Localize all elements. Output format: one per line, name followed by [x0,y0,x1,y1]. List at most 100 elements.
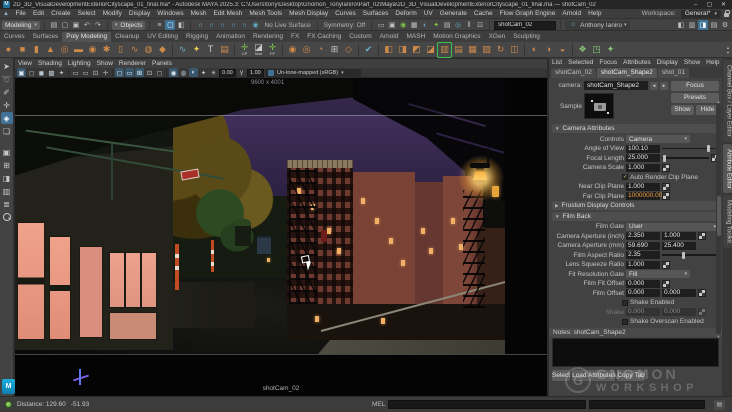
lasso-select-tool[interactable]: ➰ [1,73,13,85]
far-clip-plane-map-button[interactable] [662,192,670,200]
poly-gear-icon[interactable]: ✱ [100,43,113,57]
preferences-gear-icon[interactable]: ⚙ [720,20,730,30]
poly-disc-icon[interactable]: ◉ [86,43,99,57]
shelf-tab-motion-graphics[interactable]: Motion Graphics [429,32,484,42]
film-slate-icon[interactable]: ⊡ [475,20,485,30]
star-primitive-icon[interactable]: ✦ [190,43,203,57]
save-scene-icon[interactable]: ▣ [71,20,81,30]
wireframe-icon[interactable]: ◻ [27,68,36,77]
boolean-union-icon[interactable]: ◐ [528,43,541,57]
auto-render-clip-plane-checkbox[interactable]: ✓ [622,174,628,180]
motion-blur-icon[interactable]: ✦ [199,68,208,77]
menu-flow-graph-engine[interactable]: Flow Graph Engine [496,9,559,19]
xray-icon[interactable]: ◍ [179,68,188,77]
shake-field-2[interactable]: 0.000 [662,308,696,316]
poly-platonic-icon[interactable]: ◆ [156,43,169,57]
film-fit-offset-map-button[interactable] [662,279,670,288]
next-node-button[interactable]: ► [660,81,668,90]
film-aspect-ratio-field[interactable]: 2.35 [626,251,660,259]
shelf-tab-custom[interactable]: Custom [345,32,375,42]
film-gate-dropdown[interactable]: User ▾ [626,222,719,231]
render-settings-icon[interactable]: ▦ [409,20,419,30]
textured-icon[interactable]: ▩ [47,68,56,77]
type-tool-icon[interactable]: ▤ [218,43,231,57]
menu-cache[interactable]: Cache [470,9,496,19]
rotate-tool[interactable]: ◈ [0,112,13,124]
live-surface-label[interactable]: No Live Surface [262,22,312,29]
zoom-tool[interactable] [2,213,11,221]
shake-overscan-enabled-checkbox[interactable] [622,318,628,325]
ae-tab-shotcam-02[interactable]: shotCam_02 [551,68,596,78]
camera-aperture-inch-field-2[interactable]: 1.000 [662,232,696,240]
safe-title-icon[interactable]: ◻ [155,68,164,77]
shelf-tab-mash[interactable]: MASH [402,32,429,42]
current-camera-field[interactable] [494,20,557,30]
ae-tab-shotcam-shape2[interactable]: shotCam_Shape2 [596,68,657,78]
menu-generate[interactable]: Generate [436,9,470,19]
poly-sphere-icon[interactable]: ● [2,43,15,57]
minimize-button[interactable]: – [690,2,701,8]
camera-aperture-mm-field[interactable]: 59.690 [626,241,660,250]
redo-icon[interactable]: ↷ [93,20,103,30]
camera-aperture-mm-field-2[interactable]: 25.400 [662,241,696,250]
show-button[interactable]: Show [671,105,694,115]
focus-button[interactable]: Focus [671,81,719,91]
poly-cone-icon[interactable]: ▲ [44,43,57,57]
pause-viewport-icon[interactable]: ‖ [464,20,474,30]
separate-icon[interactable]: ◎ [300,43,313,57]
shake-map-button[interactable] [698,308,706,316]
menu-create[interactable]: Create [48,9,75,19]
menu-mesh-display[interactable]: Mesh Display [286,9,332,19]
notes-textarea[interactable] [552,338,719,367]
smooth-icon[interactable]: ◔ [314,43,327,57]
prev-node-button[interactable]: ◄ [650,81,658,90]
near-clip-plane-map-button[interactable] [662,182,670,191]
lens-squeeze-ratio-map-button[interactable] [662,260,670,269]
toggle-channel-box-icon[interactable]: ◧ [676,20,686,30]
workspace-lock-icon[interactable] [724,9,730,17]
boolean-intersect-icon[interactable]: ◒ [556,43,569,57]
snap-point-icon[interactable]: ∩ [217,20,227,30]
sidebar-tab-attribute-editor[interactable]: Attribute Editor [722,143,732,194]
extrude-icon[interactable]: ◧ [382,43,395,57]
edit-edge-flow-icon[interactable]: ▦ [466,43,479,57]
layout-hypershade-persp[interactable]: ▥ [1,185,13,197]
copy-tab-button[interactable]: Copy Tab [617,370,645,381]
poly-cylinder-icon[interactable]: ▮ [30,43,43,57]
camera-scale-map-button[interactable] [662,163,670,172]
hypershade-icon[interactable]: ◐ [420,20,430,30]
select-hierarchy-icon[interactable]: ≡ [154,20,164,30]
exposure-field[interactable] [219,68,236,77]
render-current-frame-icon[interactable]: ▣ [387,20,397,30]
shaded-icon[interactable]: ◼ [37,68,46,77]
slide-edge-icon[interactable]: ▧ [480,43,493,57]
render-setup-icon[interactable]: ▤ [442,20,452,30]
safe-action-icon[interactable]: ⊡ [145,68,154,77]
fit-resolution-gate-dropdown[interactable]: Fill ▾ [626,270,690,278]
angle-of-view-field[interactable]: 100.10 [626,144,660,153]
ae-tab-shot-01[interactable]: shot_01 [657,68,690,78]
script-editor-icon[interactable]: ▤ [714,400,725,410]
bifrost-board-icon[interactable]: ◳ [590,43,603,57]
film-offset-field-2[interactable]: 0.000 [662,289,696,297]
layout-outliner[interactable]: ≣ [1,198,13,210]
maximize-button[interactable]: ▢ [704,1,715,8]
snap-curve-icon[interactable]: ∩ [206,20,216,30]
gate-mask-icon[interactable]: ⊞ [135,68,144,77]
close-button[interactable]: ✕ [718,1,729,8]
shelf-tab-fx-caching[interactable]: FX Caching [303,32,345,42]
make-live-icon[interactable]: ◉ [250,20,260,30]
snap-view-plane-icon[interactable]: ∩ [239,20,249,30]
look-dev-icon[interactable]: ◎ [453,20,463,30]
text-tool-icon[interactable]: T [204,43,217,57]
select-button[interactable]: Select [552,370,571,381]
menu-mesh-tools[interactable]: Mesh Tools [246,9,286,19]
mel-label[interactable]: MEL [372,401,385,408]
resolution-gate-icon[interactable]: ◻ [115,68,124,77]
controls-dropdown[interactable]: Camera ▾ [626,135,690,143]
shelf-tab-rigging[interactable]: Rigging [182,32,212,42]
camera-node-field[interactable]: shotCam_Shape2 [584,81,648,90]
menu-edit-mesh[interactable]: Edit Mesh [210,9,246,19]
gamma-field[interactable] [247,68,264,77]
ipr-render-icon[interactable]: ◉ [398,20,408,30]
